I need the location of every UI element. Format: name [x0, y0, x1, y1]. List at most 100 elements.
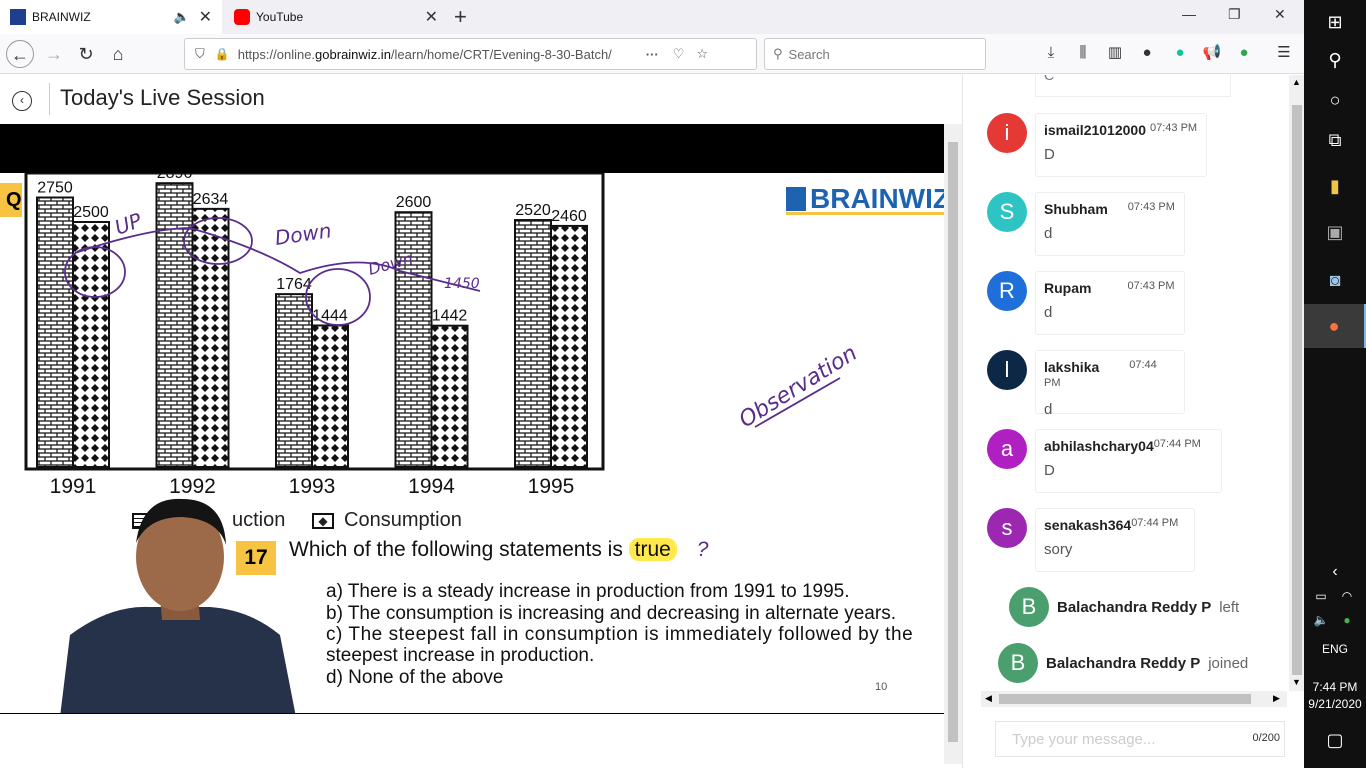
close-tab-icon[interactable]: ✕ [425, 7, 438, 27]
library-icon[interactable]: ⫼ [1073, 43, 1093, 63]
message-text: d [1044, 401, 1053, 418]
partial-message: C [1035, 75, 1231, 97]
download-icon[interactable]: ⤓ [1041, 43, 1061, 63]
event-action: left [1219, 598, 1240, 616]
legend-consumption: ◆ Consumption [312, 509, 462, 532]
scroll-left-icon[interactable]: ◀ [985, 693, 992, 704]
annotation-number: 1450 [444, 276, 480, 292]
notification-icon[interactable]: ▢ [1304, 718, 1366, 762]
chat-message-input[interactable] [996, 722, 1236, 756]
sender-name: senakash364 [1044, 517, 1132, 533]
page-actions-icon[interactable]: ··· [646, 47, 659, 62]
clock-time[interactable]: 7:44 PM [1304, 680, 1366, 694]
megaphone-icon[interactable]: 📢 [1202, 43, 1222, 63]
back-circle-icon[interactable]: ‹ [12, 91, 32, 111]
youtube-favicon-icon [234, 9, 250, 25]
window-close-icon[interactable]: ✕ [1274, 6, 1286, 23]
diamond-swatch-icon: ◆ [312, 512, 334, 529]
sender-name: Shubham [1044, 201, 1108, 217]
extension-bplus-icon[interactable]: ● [1234, 43, 1254, 63]
page-scrollbar[interactable] [944, 124, 962, 764]
home-icon[interactable]: ⌂ [104, 40, 132, 68]
reload-icon[interactable]: ↻ [72, 40, 100, 68]
chat-message: S Shubham 07:43 PM d [987, 192, 1277, 256]
chat-event-joined: B Balachandra Reddy P joined [998, 643, 1285, 683]
message-bubble: lakshika 07:44 PM d [1035, 350, 1185, 418]
avatar: a [987, 429, 1027, 469]
search-icon[interactable]: ⚲ [1304, 38, 1366, 82]
account-icon[interactable]: ● [1137, 43, 1157, 63]
live-video-player[interactable]: Q 2750 2500 1991 2896 2634 1992 1764 1444 1993 26… [0, 124, 944, 714]
task-view-icon[interactable]: ⧉ [1304, 118, 1366, 162]
data-label: 2460 [551, 208, 587, 225]
recorder-icon[interactable]: ▣ [1304, 210, 1366, 254]
data-label: 2896 [157, 173, 193, 182]
chat-input-box: 0/200 [995, 721, 1285, 757]
avatar: B [1009, 587, 1049, 627]
page-title: Today's Live Session [60, 85, 265, 110]
scroll-right-icon[interactable]: ▶ [1273, 693, 1280, 704]
lock-icon[interactable]: 🔒 [215, 47, 230, 61]
tab-brainwiz[interactable]: BRAINWIZ 🔈 ✕ [0, 0, 222, 34]
message-time: 07:43 PM [1149, 122, 1198, 134]
avatar: S [987, 192, 1027, 232]
tab-title: BRAINWIZ [32, 10, 91, 24]
option-a: a) There is a steady increase in product… [326, 581, 850, 602]
sidebar-icon[interactable]: ▥ [1105, 43, 1125, 63]
chat-horizontal-scrollbar[interactable]: ◀ ▶ [981, 691, 1287, 707]
scroll-down-icon[interactable]: ▼ [1292, 677, 1301, 687]
brand-text: BRAINWIZ [810, 182, 944, 214]
close-tab-icon[interactable]: ✕ [199, 7, 212, 27]
question-stem: Which of the following statements is [289, 538, 629, 561]
slide-number: 10 [875, 681, 888, 693]
presenter-webcam [60, 498, 296, 713]
url-text[interactable]: https://online.gobrainwiz.in/learn/home/… [238, 47, 638, 62]
scroll-thumb[interactable] [948, 142, 958, 742]
chat-panel: C i ismail21012000 07:43 PM D S Shubham 07… [962, 75, 1304, 768]
restore-icon[interactable]: ❐ [1228, 6, 1241, 23]
avatar: B [998, 643, 1038, 683]
chat-hscroll-thumb[interactable] [999, 694, 1251, 704]
brainwiz-favicon-icon [10, 9, 26, 25]
data-label: 1442 [432, 308, 468, 325]
message-time: 07:43 PM [1127, 280, 1175, 292]
x-tick-label: 1995 [528, 475, 575, 498]
grammarly-icon[interactable]: ● [1170, 43, 1190, 63]
bookmark-star-icon[interactable]: ☆ [696, 46, 708, 62]
forward-icon[interactable]: → [40, 40, 68, 68]
network-icon[interactable]: ● [1316, 598, 1366, 642]
tab-bar: BRAINWIZ 🔈 ✕ YouTube ✕ + — ❐ ✕ [0, 0, 1304, 34]
data-label: 2634 [193, 191, 229, 208]
page-header: ‹ Today's Live Session [0, 75, 962, 123]
clock-date[interactable]: 9/21/2020 [1304, 697, 1366, 711]
pocket-icon[interactable]: ♡ [673, 46, 685, 62]
message-time: 07:44 PM [1131, 517, 1179, 529]
message-text: D [1044, 146, 1055, 163]
chat-event-left: B Balachandra Reddy P left [1009, 587, 1285, 627]
back-icon[interactable]: ← [6, 40, 34, 68]
option-c-cont: steepest increase in production. [326, 645, 595, 666]
scroll-up-icon[interactable]: ▲ [1292, 77, 1301, 87]
language-indicator[interactable]: ENG [1304, 642, 1366, 656]
chat-message: s senakash36407:44 PM sory [987, 508, 1277, 572]
url-bar[interactable]: ⛉ 🔒 https://online.gobrainwiz.in/learn/h… [184, 38, 757, 70]
chat-message-list[interactable]: C i ismail21012000 07:43 PM D S Shubham 07… [963, 75, 1285, 687]
browser-window: BRAINWIZ 🔈 ✕ YouTube ✕ + — ❐ ✕ ← → ↻ ⌂ ⛉… [0, 0, 1304, 768]
bar-consumption-1992 [191, 207, 230, 468]
speaker-icon[interactable]: 🔈 [174, 9, 190, 25]
legend-label: Consumption [344, 509, 462, 531]
chat-message: R Rupam 07:43 PM d [987, 271, 1277, 335]
menu-icon[interactable]: ☰ [1274, 43, 1294, 63]
tab-youtube[interactable]: YouTube ✕ [224, 0, 448, 34]
cortana-icon[interactable]: ○ [1304, 78, 1366, 122]
annotation-down: Down [273, 218, 332, 250]
search-field[interactable]: ⚲ Search [764, 38, 986, 70]
firefox-icon[interactable]: ● [1304, 304, 1366, 348]
camera-icon[interactable]: ◙ [1304, 258, 1366, 302]
minimize-icon[interactable]: — [1182, 6, 1196, 22]
shield-icon[interactable]: ⛉ [195, 46, 205, 62]
bar-production-1993 [275, 293, 313, 468]
file-explorer-icon[interactable]: ▮ [1304, 164, 1366, 208]
option-c: c) The steepest fall in consumption is i… [326, 624, 914, 645]
new-tab-plus-icon[interactable]: + [454, 4, 467, 30]
